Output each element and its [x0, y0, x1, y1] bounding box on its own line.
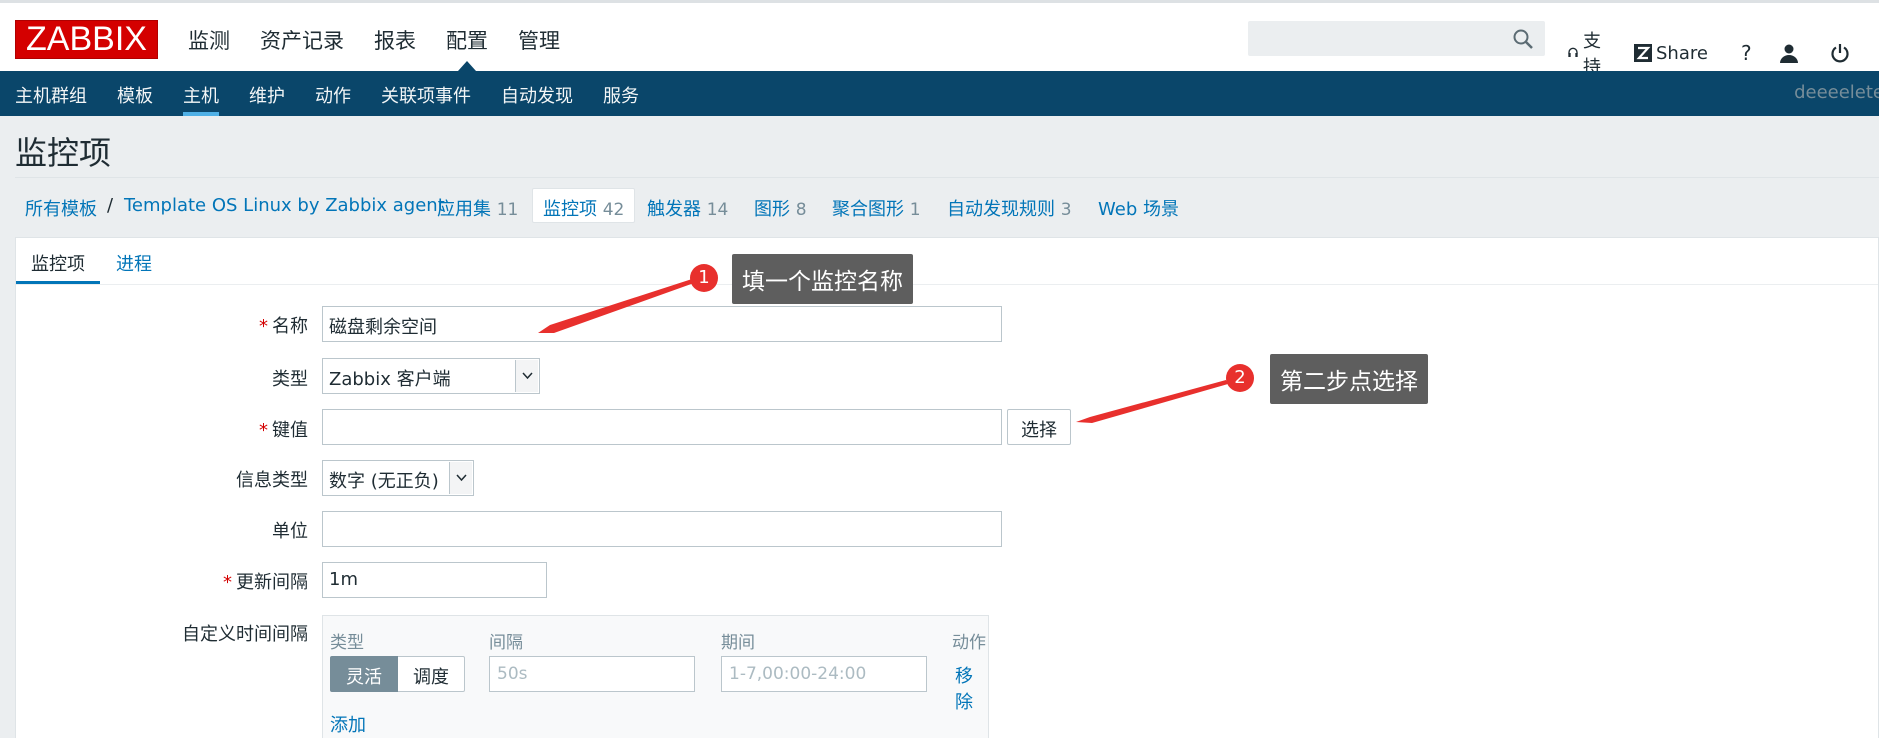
annotation-badge-2: 2 [1226, 364, 1254, 392]
annotation-arrows [538, 279, 1228, 423]
annotation-badge-1: 1 [690, 264, 718, 292]
annotation-callout-2: 第二步点选择 [1270, 354, 1428, 404]
annotation-arrow-2 [1076, 380, 1228, 423]
annotation-callout-1: 填一个监控名称 [732, 254, 913, 304]
annotation-arrow-1 [538, 279, 694, 333]
